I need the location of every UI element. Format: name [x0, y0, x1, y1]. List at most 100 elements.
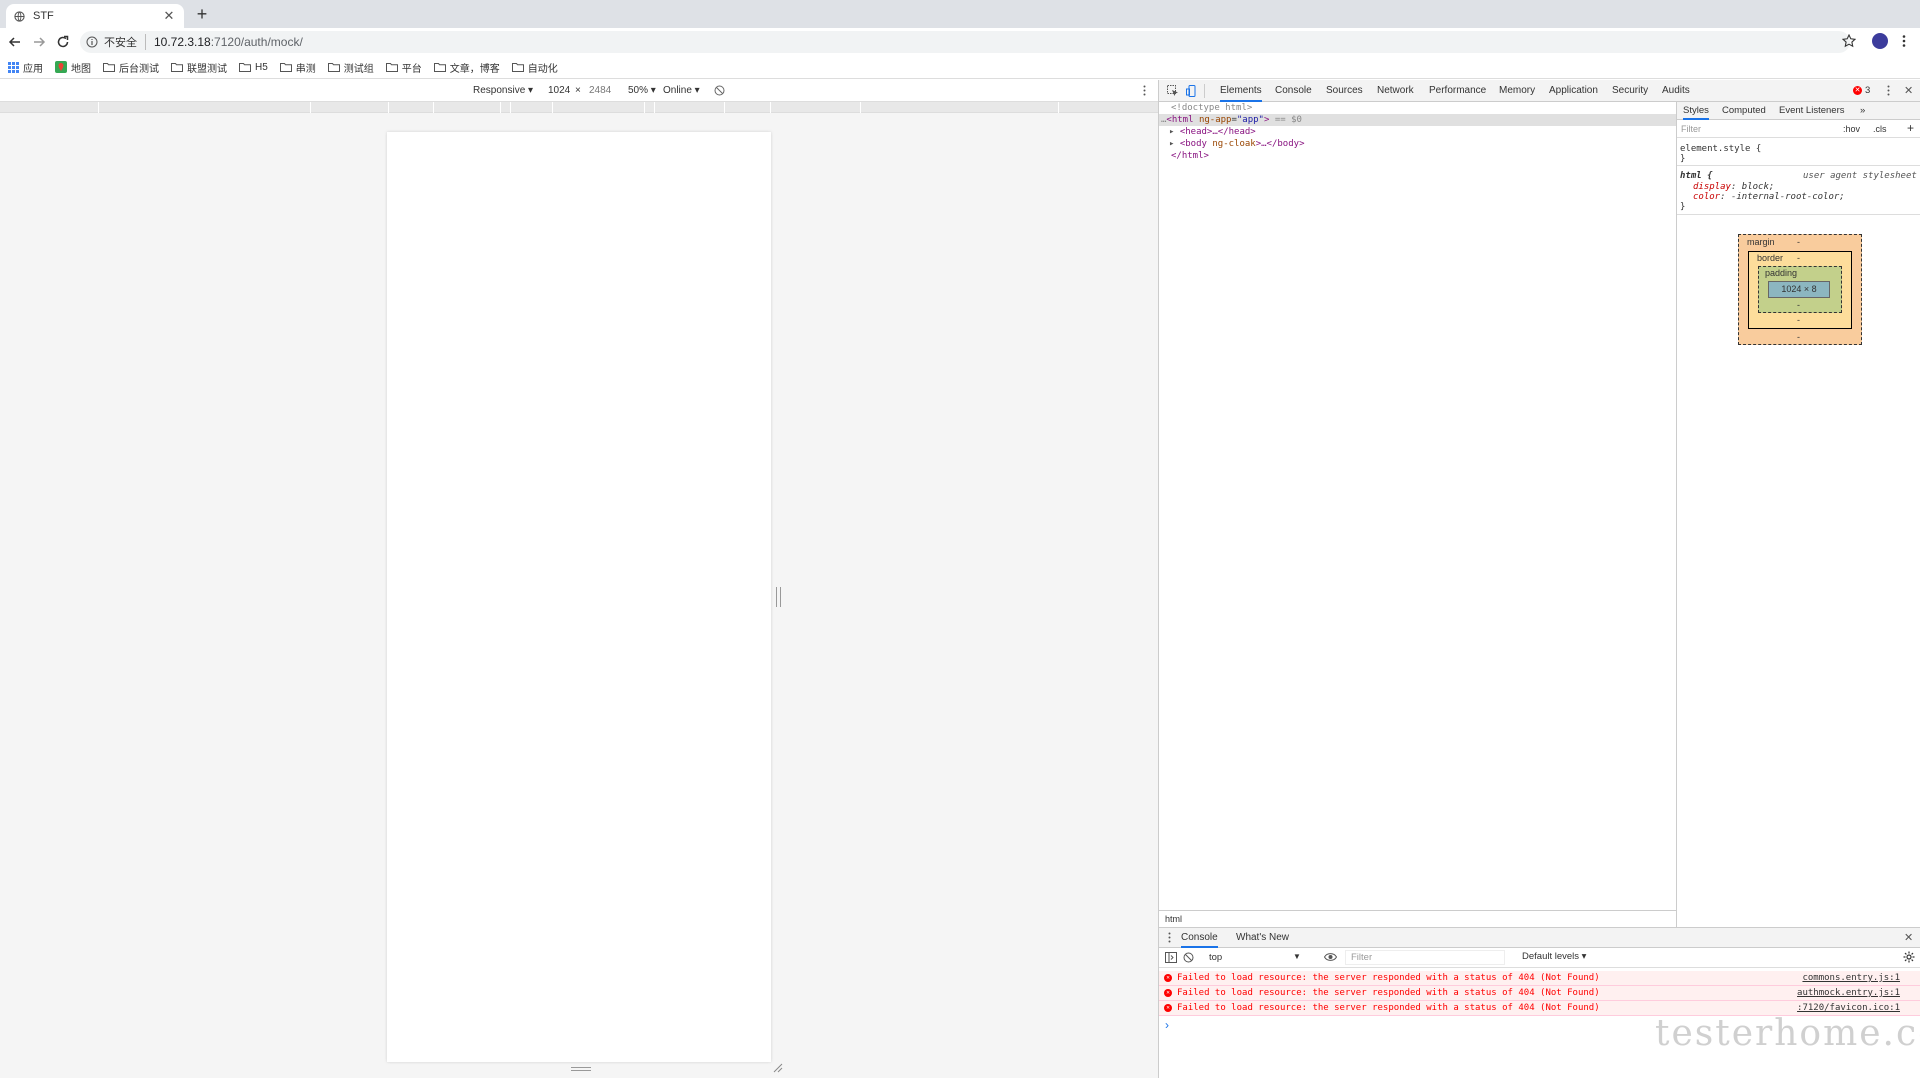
reload-icon[interactable]: [55, 34, 71, 50]
expand-triangle-icon[interactable]: ▸: [1169, 139, 1174, 149]
device-more-icon[interactable]: [1143, 85, 1146, 96]
viewport-height-input[interactable]: 2484: [589, 85, 611, 96]
zoom-select[interactable]: 50% ▾: [628, 85, 656, 96]
element-style-rule[interactable]: element.style {: [1680, 144, 1761, 154]
tab-styles[interactable]: Styles: [1683, 102, 1709, 120]
tab-sources[interactable]: Sources: [1326, 80, 1363, 102]
tab-strip: STF ✕ +: [0, 0, 1920, 28]
dom-html-close[interactable]: </html>: [1171, 150, 1209, 162]
avatar[interactable]: [1872, 33, 1888, 49]
new-tab-button[interactable]: +: [193, 5, 211, 23]
drawer-close-icon[interactable]: ✕: [1904, 931, 1913, 944]
clear-console-icon[interactable]: [1183, 952, 1194, 963]
chrome-menu-icon[interactable]: [1902, 34, 1906, 48]
cls-toggle[interactable]: .cls: [1873, 124, 1887, 134]
ruler-tick: [860, 102, 861, 113]
box-model-value: -: [1797, 253, 1800, 263]
dom-head-node[interactable]: ▸ <head>…</head>: [1169, 126, 1256, 138]
ruler-tick: [433, 102, 434, 113]
dom-html-node[interactable]: …<html ng-app="app"> == $0: [1161, 114, 1302, 126]
box-model-value: -: [1797, 300, 1800, 310]
forward-icon[interactable]: [31, 34, 47, 50]
console-prompt[interactable]: ›: [1165, 1018, 1169, 1032]
tab-audits[interactable]: Audits: [1662, 80, 1690, 102]
tab-event-listeners[interactable]: Event Listeners: [1779, 102, 1844, 120]
back-icon[interactable]: [7, 34, 23, 50]
network-throttle-select[interactable]: Online ▾: [663, 85, 700, 96]
context-select[interactable]: top ▼: [1204, 950, 1304, 965]
security-label: 不安全: [104, 34, 146, 50]
bookmark-maps[interactable]: 地图: [55, 57, 91, 77]
bookmark-apps[interactable]: 应用: [8, 57, 43, 77]
expand-triangle-icon[interactable]: ▸: [1169, 127, 1174, 137]
bookmark-folder[interactable]: 文章，博客: [433, 57, 500, 77]
console-filter-input[interactable]: Filter: [1345, 950, 1505, 965]
bookmark-folder[interactable]: 联盟测试: [171, 57, 227, 77]
tab-memory[interactable]: Memory: [1499, 80, 1535, 102]
bookmark-folder[interactable]: H5: [239, 57, 268, 77]
tab-title: STF: [33, 10, 54, 22]
tab-network[interactable]: Network: [1377, 80, 1414, 102]
device-mode-select[interactable]: Responsive ▾: [473, 85, 533, 96]
star-icon[interactable]: [1842, 34, 1856, 48]
tab-whats-new[interactable]: What's New: [1236, 928, 1289, 948]
styles-filter-input[interactable]: Filter: [1681, 124, 1701, 134]
tab-performance[interactable]: Performance: [1429, 80, 1486, 102]
drawer-menu-icon[interactable]: [1168, 932, 1171, 943]
bookmark-folder[interactable]: 后台测试: [103, 57, 159, 77]
browser-tab[interactable]: STF ✕: [6, 4, 184, 28]
info-icon[interactable]: [86, 36, 98, 48]
rotate-icon[interactable]: [714, 85, 725, 96]
more-tabs-icon[interactable]: »: [1860, 102, 1865, 120]
folder-icon: [433, 62, 450, 72]
media-query-ruler[interactable]: [0, 102, 1158, 113]
corner-resize-icon[interactable]: [773, 1063, 783, 1073]
viewport-width-input[interactable]: 1024: [548, 85, 570, 96]
css-property[interactable]: color: -internal-root-color;: [1693, 192, 1845, 202]
console-error-row[interactable]: ✕ Failed to load resource: the server re…: [1159, 986, 1920, 1001]
tab-security[interactable]: Security: [1612, 80, 1648, 102]
tab-application[interactable]: Application: [1549, 80, 1598, 102]
box-model-content[interactable]: 1024 × 8: [1768, 281, 1830, 298]
log-levels-select[interactable]: Default levels ▾: [1522, 951, 1586, 962]
dom-body-node[interactable]: ▸ <body ng-cloak>…</body>: [1169, 138, 1305, 150]
context-label: top: [1209, 952, 1223, 963]
tab-close-icon[interactable]: ✕: [162, 8, 176, 24]
sidebar-toggle-icon[interactable]: [1165, 952, 1177, 963]
html-rule-selector[interactable]: html {: [1680, 171, 1713, 181]
hov-toggle[interactable]: :hov: [1843, 124, 1860, 134]
error-count[interactable]: 3: [1865, 85, 1870, 96]
bookmark-folder[interactable]: 串测: [279, 57, 316, 77]
breadcrumb-html[interactable]: html: [1165, 914, 1182, 924]
tab-computed[interactable]: Computed: [1722, 102, 1766, 120]
tab-elements[interactable]: Elements: [1220, 80, 1262, 102]
devtools-menu-icon[interactable]: [1887, 85, 1890, 96]
devtools-close-icon[interactable]: ✕: [1904, 84, 1913, 97]
box-model-border[interactable]: border - - padding - 1024 × 8: [1748, 251, 1852, 329]
styles-filter-bar: Filter :hov .cls +: [1677, 120, 1920, 138]
height-resize-handle[interactable]: [571, 1067, 591, 1071]
console-settings-icon[interactable]: [1903, 951, 1915, 963]
add-rule-icon[interactable]: +: [1907, 121, 1914, 135]
bookmark-folder[interactable]: 自动化: [511, 57, 558, 77]
bookmark-folder[interactable]: 测试组: [327, 57, 374, 77]
tab-drawer-console[interactable]: Console: [1181, 928, 1218, 948]
device-toggle-icon[interactable]: [1186, 85, 1198, 97]
bookmark-label: 平台: [401, 63, 422, 75]
tab-console[interactable]: Console: [1275, 80, 1312, 102]
box-model-padding[interactable]: padding - 1024 × 8: [1758, 266, 1842, 313]
width-resize-handle[interactable]: [776, 587, 781, 607]
box-model-margin[interactable]: margin - - border - - padding - 1024 × 8: [1738, 234, 1862, 345]
console-error-row[interactable]: ✕ Failed to load resource: the server re…: [1159, 971, 1920, 986]
error-source-link[interactable]: authmock.entry.js:1: [1797, 986, 1900, 1000]
bookmark-folder[interactable]: 平台: [385, 57, 422, 77]
ruler-tick: [98, 102, 99, 113]
address-bar[interactable]: 不安全 10.72.3.18 :7120/auth/mock/: [80, 31, 1850, 53]
css-property[interactable]: display: block;: [1693, 182, 1774, 192]
emulated-page[interactable]: [387, 132, 771, 1062]
folder-icon: [279, 62, 296, 72]
inspect-element-icon[interactable]: [1167, 85, 1179, 97]
error-source-link[interactable]: commons.entry.js:1: [1802, 971, 1900, 985]
dom-doctype[interactable]: <!doctype html>: [1171, 102, 1252, 114]
eye-icon[interactable]: [1324, 952, 1337, 962]
